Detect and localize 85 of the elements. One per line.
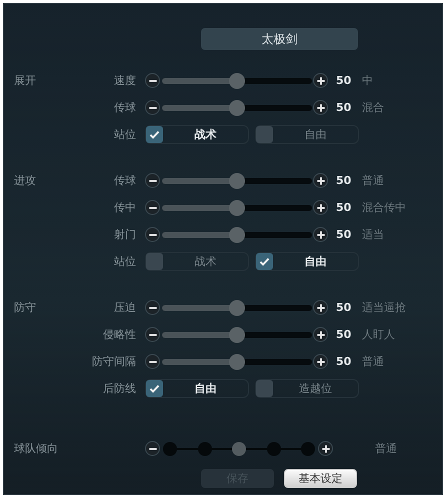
setting-label: 站位 [113, 127, 136, 142]
plus-icon [316, 230, 326, 240]
value-text: 50 [336, 74, 352, 87]
slider-thumb[interactable] [229, 226, 245, 242]
minus-button[interactable] [145, 354, 160, 369]
formation-title: 太极剑 [201, 28, 358, 50]
slider-thumb[interactable] [229, 100, 245, 116]
plus-button[interactable] [313, 173, 328, 188]
description-text: 人盯人 [362, 327, 395, 342]
setting-label: 传中 [113, 200, 136, 215]
plus-icon [316, 202, 326, 212]
value-text: 50 [336, 174, 352, 187]
minus-button[interactable] [145, 200, 160, 215]
setting-label: 站位 [113, 254, 136, 269]
plus-button[interactable] [313, 100, 328, 115]
option-toggle[interactable]: 战术 [145, 125, 249, 144]
setting-label: 压迫 [113, 300, 136, 315]
setting-label: 侵略性 [102, 327, 136, 342]
plus-icon [316, 356, 326, 366]
checkmark-icon [148, 382, 161, 395]
setting-label: 传球 [113, 100, 136, 115]
value-text: 50 [336, 301, 352, 314]
checkmark-icon [148, 128, 161, 141]
plus-icon [316, 102, 326, 112]
checkbox[interactable] [146, 126, 163, 143]
value-text: 50 [336, 228, 352, 241]
slider-thumb[interactable] [229, 200, 245, 216]
plus-button[interactable] [313, 73, 328, 88]
description-text: 中 [362, 73, 373, 88]
description-text: 普通 [375, 441, 397, 456]
plus-icon [316, 176, 326, 186]
minus-button[interactable] [145, 100, 160, 115]
minus-button[interactable] [145, 327, 160, 342]
plus-icon [316, 330, 326, 340]
checkbox[interactable] [146, 253, 163, 270]
option-toggle[interactable]: 造越位 [255, 379, 359, 398]
setting-label: 防守间隔 [91, 354, 136, 369]
description-text: 适当逼抢 [362, 300, 406, 315]
checkbox[interactable] [256, 380, 273, 397]
minus-button[interactable] [145, 73, 160, 88]
option-toggle[interactable]: 自由 [255, 252, 359, 271]
plus-button[interactable] [313, 354, 328, 369]
minus-button[interactable] [145, 173, 160, 188]
description-text: 普通 [362, 173, 384, 188]
slider-thumb[interactable] [229, 300, 245, 316]
slider-thumb[interactable] [229, 354, 245, 370]
value-text: 50 [336, 355, 352, 368]
section-label: 进攻 [14, 173, 36, 188]
section-label: 防守 [14, 300, 36, 315]
description-text: 混合 [362, 100, 384, 115]
minus-button[interactable] [145, 441, 160, 456]
setting-label: 射门 [113, 227, 136, 242]
plus-icon [320, 444, 330, 454]
slider-thumb[interactable] [229, 72, 245, 88]
step-slider[interactable] [163, 442, 315, 456]
value-text: 50 [336, 201, 352, 214]
plus-icon [316, 76, 326, 86]
option-toggle[interactable]: 自由 [255, 125, 359, 144]
checkbox[interactable] [256, 253, 273, 270]
option-toggle[interactable]: 战术 [145, 252, 249, 271]
action-button[interactable]: 基本设定 [284, 469, 357, 488]
description-text: 混合传中 [362, 200, 406, 215]
description-text: 普通 [362, 354, 384, 369]
section-label: 球队倾向 [14, 441, 58, 456]
setting-label: 后防线 [102, 381, 136, 396]
plus-button[interactable] [313, 300, 328, 315]
checkmark-icon [258, 255, 271, 268]
slider-thumb[interactable] [229, 326, 245, 342]
checkbox[interactable] [256, 126, 273, 143]
plus-button[interactable] [318, 441, 333, 456]
section-label: 展开 [14, 73, 36, 88]
value-text: 50 [336, 101, 352, 114]
plus-icon [316, 302, 326, 312]
minus-button[interactable] [145, 227, 160, 242]
setting-label: 传球 [113, 173, 136, 188]
plus-button[interactable] [313, 327, 328, 342]
value-text: 50 [336, 328, 352, 341]
plus-button[interactable] [313, 200, 328, 215]
checkbox[interactable] [146, 380, 163, 397]
minus-button[interactable] [145, 300, 160, 315]
option-toggle[interactable]: 自由 [145, 379, 249, 398]
slider-thumb[interactable] [229, 172, 245, 188]
plus-button[interactable] [313, 227, 328, 242]
description-text: 适当 [362, 227, 384, 242]
setting-label: 速度 [113, 73, 136, 88]
